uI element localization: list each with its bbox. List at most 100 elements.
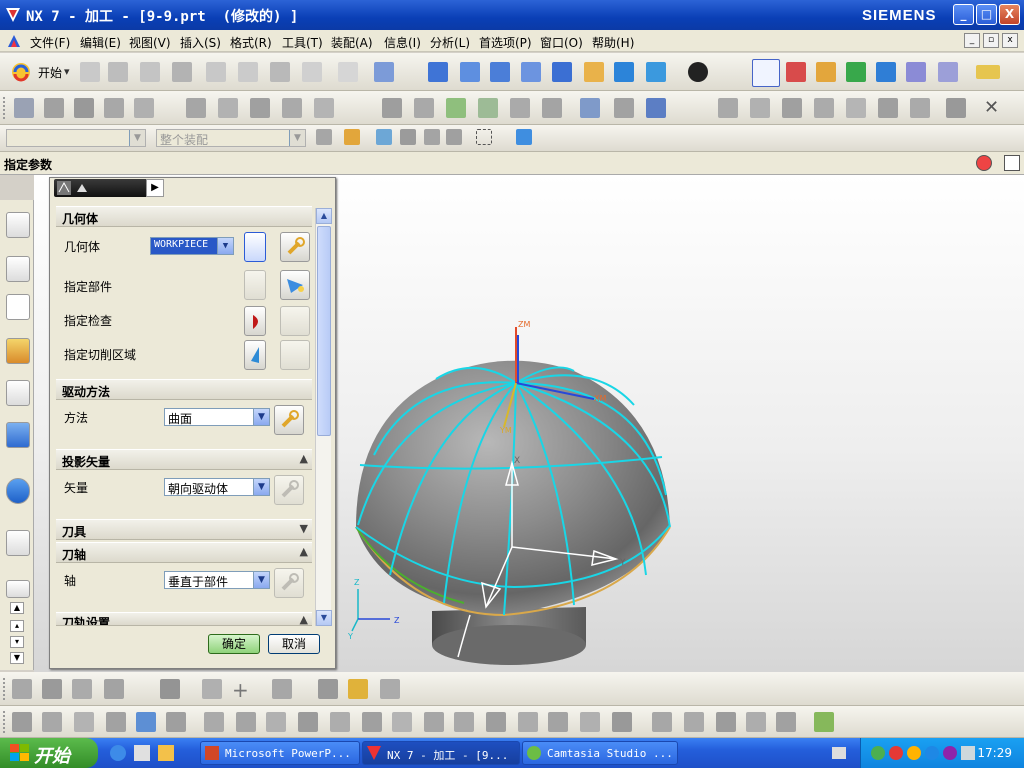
- resbar-scroll-down[interactable]: ▼: [10, 652, 24, 664]
- bt2-icon-15[interactable]: [454, 712, 474, 732]
- bt2-icon-14[interactable]: [424, 712, 444, 732]
- section-projection-header[interactable]: 投影矢量 ▲: [56, 449, 312, 470]
- collapse-icon[interactable]: ▲: [300, 452, 308, 465]
- info-icon[interactable]: [6, 478, 30, 504]
- select-cut-area-button[interactable]: [244, 340, 266, 370]
- bt1-icon-10[interactable]: [348, 679, 368, 699]
- snap-icon-3[interactable]: [400, 129, 416, 145]
- edit-axis-button[interactable]: [274, 568, 304, 598]
- web-browser-icon[interactable]: [6, 530, 30, 556]
- fit-icon[interactable]: [428, 62, 448, 82]
- tray-icon-5[interactable]: [943, 746, 957, 760]
- tray-icon-2[interactable]: [889, 746, 903, 760]
- feature-f-icon[interactable]: [910, 98, 930, 118]
- bt2-icon-20[interactable]: [612, 712, 632, 732]
- cancel-button[interactable]: 取消: [268, 634, 320, 654]
- fullscreen-icon[interactable]: [1004, 155, 1020, 171]
- select-part-button[interactable]: [244, 270, 266, 300]
- method-dropdown[interactable]: 曲面 ▼: [164, 408, 270, 426]
- keyboard-icon[interactable]: [832, 747, 846, 759]
- dialog-expand-button[interactable]: ▶: [146, 179, 164, 197]
- feature-a-icon[interactable]: [750, 98, 770, 118]
- taskbar-powerpoint[interactable]: Microsoft PowerP...: [200, 741, 360, 765]
- snap-icon[interactable]: [344, 129, 360, 145]
- dialog-pin-icon[interactable]: [74, 180, 90, 196]
- operation-navigator-icon[interactable]: [6, 294, 30, 320]
- desktop-quicklaunch-icon[interactable]: [134, 745, 150, 761]
- section-geometry-header[interactable]: 几何体: [56, 206, 312, 227]
- menu-window[interactable]: 窗口(O): [540, 34, 583, 51]
- snap-icon-5[interactable]: [446, 129, 462, 145]
- open-icon[interactable]: [108, 62, 128, 82]
- collapse-icon[interactable]: ▲: [300, 545, 308, 558]
- display-check-button[interactable]: [280, 306, 310, 336]
- bt2-icon-18[interactable]: [548, 712, 568, 732]
- ie-quicklaunch-icon[interactable]: [110, 745, 126, 761]
- selection-filter-icon[interactable]: [374, 62, 394, 82]
- measure-icon[interactable]: [976, 65, 1000, 79]
- bt2-icon-3[interactable]: [74, 712, 94, 732]
- create-tool-icon[interactable]: [44, 98, 64, 118]
- feature-navigator-icon[interactable]: [6, 380, 30, 406]
- point-icon[interactable]: +: [232, 678, 249, 702]
- copy-object-icon[interactable]: [250, 98, 270, 118]
- bt1-icon-2[interactable]: [42, 679, 62, 699]
- undo-icon[interactable]: [338, 62, 358, 82]
- start-menu-label[interactable]: 开始: [38, 64, 62, 81]
- doc-restore-button[interactable]: ▫: [983, 33, 999, 48]
- cut-icon[interactable]: [206, 62, 226, 82]
- replay-path-icon[interactable]: [478, 98, 498, 118]
- create-geometry-icon[interactable]: [74, 98, 94, 118]
- bt1-icon-5[interactable]: [160, 679, 180, 699]
- create-method-icon[interactable]: [104, 98, 124, 118]
- bt2-icon-8[interactable]: [236, 712, 256, 732]
- edit-geometry-button[interactable]: [280, 232, 310, 262]
- doc-close-button[interactable]: x: [1002, 33, 1018, 48]
- nx-menu-icon[interactable]: [6, 33, 22, 49]
- resbar-scroll-up[interactable]: ▲: [10, 602, 24, 614]
- tool-path-icon[interactable]: [816, 62, 836, 82]
- vector-dropdown[interactable]: 朝向驱动体 ▼: [164, 478, 270, 496]
- tray-icon-1[interactable]: [871, 746, 885, 760]
- resbar-up[interactable]: ▴: [10, 620, 24, 632]
- save-icon[interactable]: [140, 62, 160, 82]
- windows-start-button[interactable]: 开始: [0, 738, 98, 768]
- section-axis-header[interactable]: 刀轴 ▲: [56, 542, 312, 563]
- menu-help[interactable]: 帮助(H): [592, 34, 634, 51]
- menu-assembly[interactable]: 装配(A): [331, 34, 373, 51]
- zoom-icon[interactable]: [490, 62, 510, 82]
- bt1-icon-9[interactable]: [318, 679, 338, 699]
- tray-icon-3[interactable]: [907, 746, 921, 760]
- close-toolbar-icon[interactable]: ✕: [984, 97, 999, 118]
- transform-icon[interactable]: [414, 98, 434, 118]
- geometry-dropdown[interactable]: WORKPIECE ▼: [150, 237, 234, 255]
- type-filter-dropdown[interactable]: ▼: [6, 129, 146, 147]
- display-part-button[interactable]: [280, 270, 310, 300]
- select-check-button[interactable]: [244, 306, 266, 336]
- delete-object-icon[interactable]: [314, 98, 334, 118]
- cut-object-icon[interactable]: [218, 98, 238, 118]
- menu-info[interactable]: 信息(I): [384, 34, 421, 51]
- resbar-down[interactable]: ▾: [10, 636, 24, 648]
- menu-preferences[interactable]: 首选项(P): [479, 34, 532, 51]
- snap-icon-4[interactable]: [424, 129, 440, 145]
- shop-doc-icon[interactable]: [614, 98, 634, 118]
- bt2-icon-5[interactable]: [136, 712, 156, 732]
- edit-object-icon[interactable]: [186, 98, 206, 118]
- scroll-thumb[interactable]: [317, 226, 331, 436]
- post-icon[interactable]: [580, 98, 600, 118]
- paste-icon[interactable]: [270, 62, 290, 82]
- start-dropdown-icon[interactable]: ▾: [64, 65, 70, 78]
- bt2-icon-13[interactable]: [392, 712, 412, 732]
- bt2-icon-19[interactable]: [580, 712, 600, 732]
- display-cut-area-button[interactable]: [280, 340, 310, 370]
- generate-icon[interactable]: [846, 62, 866, 82]
- maximize-button[interactable]: □: [976, 4, 997, 25]
- info-ball-icon[interactable]: [976, 155, 992, 171]
- scroll-down-button[interactable]: ▼: [316, 610, 332, 626]
- bt2-icon-17[interactable]: [518, 712, 538, 732]
- menu-file[interactable]: 文件(F): [30, 34, 70, 51]
- tray-icon-4[interactable]: [925, 746, 939, 760]
- bt2-icon-7[interactable]: [204, 712, 224, 732]
- reuse-library-icon[interactable]: [6, 422, 30, 448]
